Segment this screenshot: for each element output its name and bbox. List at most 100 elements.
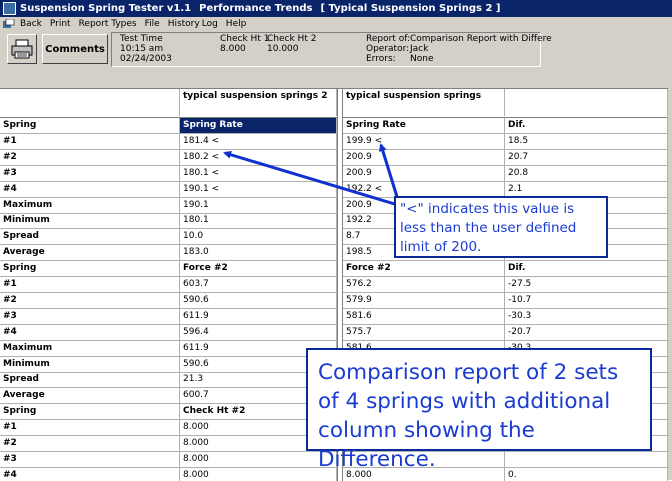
document-title: [ Typical Suspension Springs 2 ]	[320, 3, 501, 14]
row-label-cell[interactable]: Spread	[0, 372, 180, 388]
menu-item-report-types[interactable]: Report Types	[75, 19, 141, 29]
table-cell[interactable]: Force #2	[343, 261, 505, 277]
check-ht1-value: 8.000	[220, 44, 246, 54]
row-label-cell[interactable]: Minimum	[0, 213, 180, 229]
header-cell	[0, 89, 180, 116]
title-bar: Suspension Spring Tester v1.1 Performanc…	[0, 0, 672, 17]
table-row[interactable]: #4 596.4 575.7 -20.7	[0, 324, 672, 341]
table-row[interactable]: #3 611.9 581.6 -30.3	[0, 308, 672, 325]
table-cell[interactable]: 576.2	[343, 277, 505, 292]
table-cell[interactable]: 2.1	[505, 181, 668, 197]
table-cell[interactable]: 581.6	[343, 308, 505, 324]
table-cell[interactable]: Spring Rate	[180, 118, 337, 133]
table-row[interactable]: #2 590.6 579.9 -10.7	[0, 292, 672, 309]
menu-item-back[interactable]: Back	[16, 19, 46, 29]
row-label-cell[interactable]: #3	[0, 451, 180, 467]
table-cell[interactable]: -20.7	[505, 324, 668, 340]
row-label-cell[interactable]: Spread	[0, 229, 180, 245]
row-label-cell[interactable]: #2	[0, 149, 180, 165]
limit-callout: "<" indicates this value is less than th…	[394, 196, 608, 258]
header-cell	[505, 89, 668, 116]
table-cell[interactable]: -30.3	[505, 308, 668, 324]
errors-label: Errors:	[366, 54, 396, 64]
row-label-cell[interactable]: Average	[0, 388, 180, 404]
table-cell[interactable]: -27.5	[505, 277, 668, 292]
callout-line: of 4 springs with additional	[318, 389, 611, 414]
table-cell[interactable]: 596.4	[180, 324, 337, 340]
check-ht1-label: Check Ht 1	[220, 34, 270, 44]
table-cell[interactable]: 579.9	[343, 292, 505, 308]
table-cell[interactable]: 199.9 <	[343, 133, 505, 149]
table-cell[interactable]: -10.7	[505, 292, 668, 308]
table-cell[interactable]: 18.5	[505, 133, 668, 149]
menu-item-history[interactable]: History	[164, 19, 201, 29]
row-label-cell[interactable]: #4	[0, 181, 180, 197]
app-icon	[3, 2, 16, 15]
table-cell[interactable]: 180.2 <	[180, 149, 337, 165]
table-cell[interactable]: 611.9	[180, 308, 337, 324]
table-row[interactable]: #1 181.4 < 199.9 <18.5	[0, 133, 672, 150]
test-date-value: 02/24/2003	[120, 54, 172, 64]
menu-bar: Back Print Report Types File History Log…	[0, 17, 672, 31]
table-cell[interactable]: 181.4 <	[180, 133, 337, 149]
table-cell[interactable]: Spring Rate	[343, 118, 505, 133]
table-cell[interactable]: Dif.	[505, 261, 668, 277]
table-cell[interactable]: Force #2	[180, 261, 337, 277]
table-cell[interactable]: 190.1	[180, 197, 337, 213]
table-cell[interactable]: Dif.	[505, 118, 668, 133]
table-row[interactable]: #2 180.2 < 200.9 20.7	[0, 149, 672, 166]
table-cell[interactable]: 575.7	[343, 324, 505, 340]
callout-line: less than the user defined	[400, 220, 577, 236]
test-time-label: Test Time	[120, 34, 163, 44]
report-of-label: Report of:	[366, 34, 411, 44]
table-cell[interactable]: 590.6	[180, 292, 337, 308]
table-cell[interactable]: 190.1 <	[180, 181, 337, 197]
row-label-cell[interactable]: Spring	[0, 404, 180, 420]
comments-button[interactable]: Comments	[42, 34, 108, 64]
app-title: Suspension Spring Tester v1.1	[20, 3, 192, 14]
row-label-cell[interactable]: Maximum	[0, 340, 180, 356]
print-button[interactable]	[7, 34, 37, 64]
menu-item-log[interactable]: Log	[201, 19, 222, 29]
table-row[interactable]: Spring Spring Rate Spring Rate Dif.	[0, 118, 672, 134]
comparison-callout: Comparison report of 2 sets of 4 springs…	[306, 348, 652, 472]
table-cell[interactable]: 10.0	[180, 229, 337, 245]
table-row[interactable]: Spring Force #2 Force #2 Dif.	[0, 261, 672, 278]
table-row[interactable]: #1 603.7 576.2 -27.5	[0, 277, 672, 293]
header-cell: typical suspension springs	[343, 89, 505, 116]
vertical-scrollbar[interactable]	[668, 88, 672, 480]
row-label-cell[interactable]: Spring	[0, 118, 180, 133]
check-ht2-label: Check Ht 2	[267, 34, 317, 44]
table-cell[interactable]: 180.1 <	[180, 165, 337, 181]
table-cell[interactable]: 200.9	[343, 149, 505, 165]
row-label-cell[interactable]: #1	[0, 277, 180, 292]
row-label-cell[interactable]: Average	[0, 245, 180, 261]
callout-line: column showing the Difference.	[318, 418, 535, 472]
row-label-cell[interactable]: #3	[0, 165, 180, 181]
table-cell[interactable]: 8.000	[180, 451, 337, 467]
table-row[interactable]: #3 180.1 < 200.9 20.8	[0, 165, 672, 182]
table-cell[interactable]: 200.9	[343, 165, 505, 181]
operator-label: Operator:	[366, 44, 410, 54]
row-label-cell[interactable]: #1	[0, 133, 180, 149]
row-label-cell[interactable]: #1	[0, 420, 180, 436]
row-label-cell[interactable]: #2	[0, 436, 180, 451]
row-label-cell[interactable]: #4	[0, 324, 180, 340]
table-cell[interactable]: 180.1	[180, 213, 337, 229]
system-menu-icon[interactable]	[2, 19, 16, 30]
table-cell[interactable]: 8.000	[180, 467, 337, 481]
row-label-cell[interactable]: #4	[0, 467, 180, 481]
table-cell[interactable]: 192.2 <	[343, 181, 505, 197]
row-label-cell[interactable]: Spring	[0, 261, 180, 277]
row-label-cell[interactable]: Maximum	[0, 197, 180, 213]
table-cell[interactable]: 603.7	[180, 277, 337, 292]
table-cell[interactable]: 20.8	[505, 165, 668, 181]
menu-item-file[interactable]: File	[141, 19, 164, 29]
menu-item-print[interactable]: Print	[46, 19, 75, 29]
row-label-cell[interactable]: Minimum	[0, 356, 180, 372]
table-cell[interactable]: 183.0	[180, 245, 337, 261]
table-cell[interactable]: 20.7	[505, 149, 668, 165]
row-label-cell[interactable]: #2	[0, 292, 180, 308]
menu-item-help[interactable]: Help	[222, 19, 251, 29]
row-label-cell[interactable]: #3	[0, 308, 180, 324]
